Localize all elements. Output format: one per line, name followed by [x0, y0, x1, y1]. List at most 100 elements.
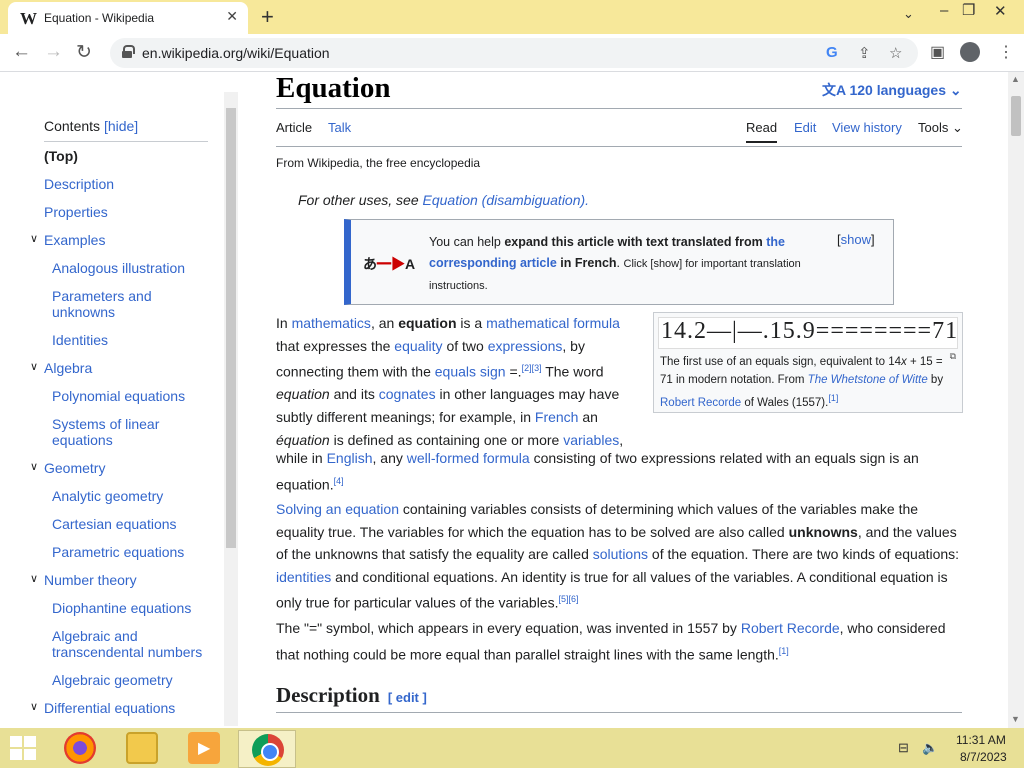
citation-link[interactable]: [5][6]	[558, 594, 578, 604]
solutions-link[interactable]: solutions	[593, 546, 648, 562]
tab-article[interactable]: Article	[276, 120, 312, 135]
whetstone-link[interactable]: The Whetstone of Witte	[808, 374, 928, 386]
citation-link[interactable]: [2][3]	[522, 363, 542, 373]
recorde-link[interactable]: Robert Recorde	[660, 397, 741, 409]
expressions-link[interactable]: expressions	[488, 338, 563, 354]
english-link[interactable]: English	[327, 450, 373, 466]
mathematics-link[interactable]: mathematics	[292, 315, 371, 331]
taskbar-chrome-active[interactable]	[238, 730, 296, 768]
toc-item-analogous-illustration[interactable]: Analogous illustration	[52, 260, 212, 276]
language-selector[interactable]: 文A 120 languages ⌄	[822, 80, 962, 100]
toc-item-differential-equations[interactable]: Differential equations	[44, 700, 175, 716]
reload-button[interactable]: ↻	[76, 41, 92, 64]
tab-search-icon[interactable]: ⌄	[903, 6, 914, 22]
toc-scrollbar-thumb[interactable]	[226, 108, 236, 548]
minimize-button[interactable]: –	[940, 2, 948, 19]
clock-time[interactable]: 11:31 AM	[956, 733, 1006, 747]
clock-date[interactable]: 8/7/2023	[960, 750, 1007, 764]
chevron-down-icon[interactable]: ∨	[30, 360, 38, 373]
page-scrollbar-thumb[interactable]	[1011, 96, 1021, 136]
media-player-icon[interactable]	[188, 732, 220, 764]
close-window-button[interactable]: ✕	[994, 2, 1007, 20]
toc-item-parametric-equations[interactable]: Parametric equations	[52, 544, 212, 560]
toc-item-number-theory[interactable]: Number theory	[44, 572, 137, 588]
chevron-down-icon[interactable]: ∨	[30, 572, 38, 585]
identities-link[interactable]: identities	[276, 569, 331, 585]
toc-item-properties[interactable]: Properties	[44, 204, 108, 220]
browser-tab[interactable]: W Equation - Wikipedia ✕	[8, 2, 248, 34]
citation-link[interactable]: [1]	[828, 393, 838, 403]
text: is a	[456, 315, 487, 331]
toc-item-algebra[interactable]: Algebra	[44, 360, 92, 376]
citation-link[interactable]: [1]	[779, 646, 789, 656]
citation-link[interactable]: [4]	[334, 476, 344, 486]
restore-button[interactable]: ❐	[962, 1, 975, 19]
well-formed-formula-link[interactable]: well-formed formula	[407, 450, 530, 466]
side-panel-icon[interactable]: ▣	[930, 42, 945, 62]
recorde-equals-image[interactable]: 14.2—|—.15.9========71.9.	[658, 317, 958, 349]
show-link[interactable]: show	[841, 232, 871, 247]
tab-edit[interactable]: Edit	[794, 120, 816, 135]
toc-item-top[interactable]: (Top)	[44, 148, 78, 164]
lock-icon[interactable]	[122, 45, 135, 58]
toc-item-analytic-geometry[interactable]: Analytic geometry	[52, 488, 212, 504]
toc-item-polynomial-equations[interactable]: Polynomial equations	[52, 388, 212, 404]
network-icon[interactable]: ⊟	[898, 740, 909, 756]
toc-item-examples[interactable]: Examples	[44, 232, 105, 248]
scroll-down-icon[interactable]: ▼	[1011, 714, 1020, 724]
variables-link[interactable]: variables	[563, 432, 619, 448]
profile-avatar-icon[interactable]	[960, 42, 980, 62]
toc-item-algebraic-transcendental[interactable]: Algebraic and transcendental numbers	[52, 628, 212, 660]
toc-item-diophantine[interactable]: Diophantine equations	[52, 600, 212, 616]
chevron-down-icon[interactable]: ∨	[30, 232, 38, 245]
address-bar[interactable]: en.wikipedia.org/wiki/Equation G ⇪ ☆	[110, 38, 918, 68]
back-button[interactable]: ←	[12, 41, 31, 63]
cognates-link[interactable]: cognates	[379, 386, 436, 402]
file-explorer-icon[interactable]	[126, 732, 158, 764]
toc-hide-link[interactable]: [hide]	[104, 118, 138, 134]
french-link[interactable]: French	[535, 409, 579, 425]
notice-text-part: .	[616, 256, 624, 270]
windows-start-icon[interactable]	[10, 736, 36, 760]
tab-read[interactable]: Read	[746, 120, 778, 143]
tab-talk[interactable]: Talk	[328, 120, 351, 135]
tab-view-history[interactable]: View history	[832, 120, 902, 135]
text: ,	[619, 431, 624, 448]
table-of-contents: Contents [hide] (Top) Description Proper…	[0, 72, 240, 728]
firefox-icon[interactable]	[64, 732, 96, 764]
new-tab-button[interactable]: +	[261, 4, 274, 30]
solving-equation-link[interactable]: Solving an equation	[276, 501, 399, 517]
show-toggle[interactable]: [show]	[837, 232, 875, 247]
equals-sign-link[interactable]: equals sign	[435, 364, 506, 380]
chevron-down-icon[interactable]: ∨	[30, 460, 38, 473]
close-tab-icon[interactable]: ✕	[226, 8, 238, 25]
volume-icon[interactable]: 🔈	[922, 740, 938, 756]
forward-button[interactable]: →	[44, 41, 63, 63]
disambiguation-link[interactable]: Equation (disambiguation).	[423, 192, 590, 208]
translation-icon-source: あ	[363, 256, 377, 272]
toc-item-cartesian-equations[interactable]: Cartesian equations	[52, 516, 212, 532]
section-edit-link[interactable]: [ edit ]	[388, 690, 427, 705]
toc-item-description[interactable]: Description	[44, 176, 114, 192]
page-scrollbar[interactable]: ▲ ▼	[1008, 72, 1024, 728]
toc-item-identities[interactable]: Identities	[52, 332, 212, 348]
bookmark-star-icon[interactable]: ☆	[889, 44, 902, 62]
chrome-icon[interactable]	[252, 734, 284, 766]
toc-item-parameters-unknowns[interactable]: Parameters and unknowns	[52, 288, 212, 320]
google-lens-icon[interactable]: G	[826, 44, 838, 61]
mathematical-formula-link[interactable]: mathematical formula	[486, 315, 620, 331]
scroll-up-icon[interactable]: ▲	[1011, 74, 1020, 84]
tagline: From Wikipedia, the free encyclopedia	[276, 156, 481, 170]
toc-item-geometry[interactable]: Geometry	[44, 460, 105, 476]
toc-item-systems-linear[interactable]: Systems of linear equations	[52, 416, 212, 448]
tools-menu[interactable]: Tools ⌄	[918, 120, 963, 136]
menu-kebab-icon[interactable]: ⋮	[998, 42, 1014, 62]
toc-item-algebraic-geometry[interactable]: Algebraic geometry	[52, 672, 212, 688]
share-icon[interactable]: ⇪	[858, 44, 871, 62]
url-text[interactable]: en.wikipedia.org/wiki/Equation	[142, 45, 330, 61]
toc-scrollbar[interactable]	[224, 92, 238, 726]
equality-link[interactable]: equality	[394, 338, 442, 354]
chevron-down-icon[interactable]: ∨	[30, 700, 38, 713]
robert-recorde-link[interactable]: Robert Recorde	[741, 620, 840, 636]
translation-icon-target: A	[405, 256, 416, 272]
